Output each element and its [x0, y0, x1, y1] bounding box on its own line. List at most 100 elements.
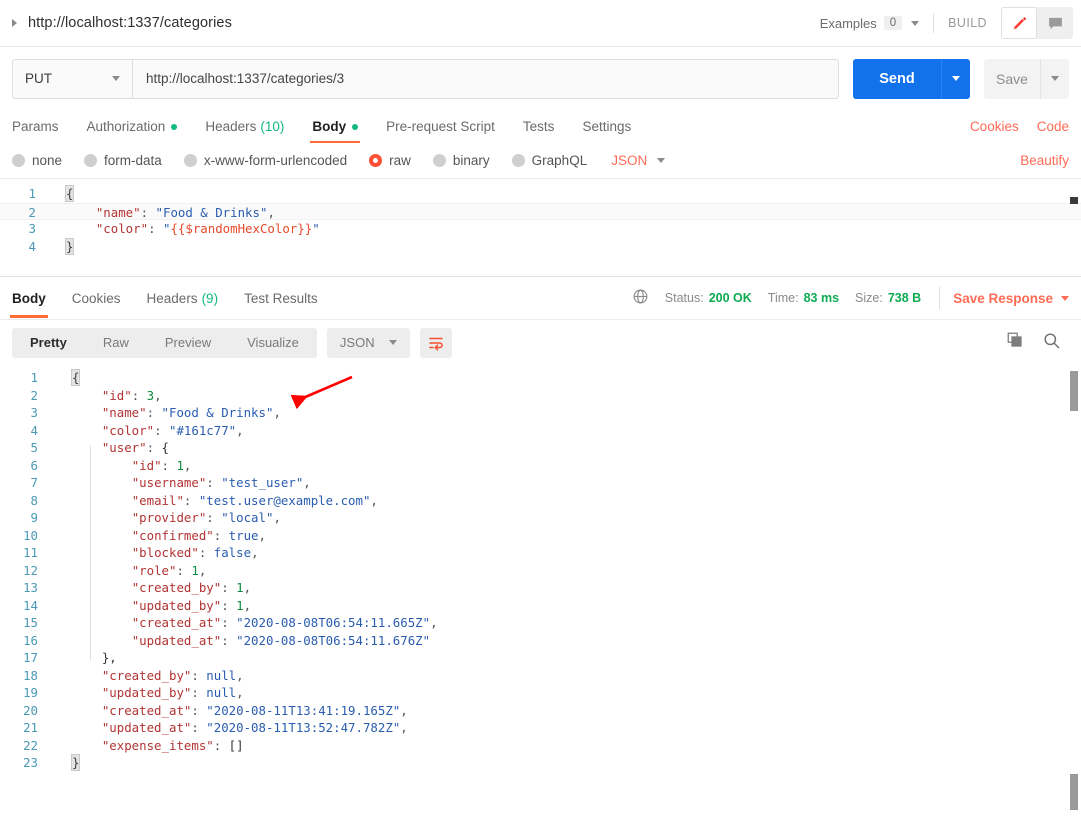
pencil-icon[interactable]	[1001, 7, 1037, 39]
body-type-none[interactable]: none	[12, 153, 62, 168]
code-token: "created_at"	[131, 615, 222, 630]
code-text: "id": 1,	[52, 457, 192, 475]
body-type-form-data[interactable]: form-data	[84, 153, 162, 168]
request-body-editor[interactable]: 1{2 "name": "Food & Drinks", 3 "color": "…	[0, 179, 1081, 277]
line-number: 18	[23, 667, 38, 683]
tab-pre-request-script[interactable]: Pre-request Script	[386, 119, 495, 143]
beautify-link[interactable]: Beautify	[1020, 153, 1069, 168]
save-button[interactable]: Save	[984, 58, 1040, 99]
code-token: ,	[273, 405, 281, 420]
http-method-select[interactable]: PUT	[12, 58, 132, 99]
save-response-button[interactable]: Save Response	[953, 291, 1053, 306]
tab-status-dot	[352, 123, 359, 130]
body-type-binary[interactable]: binary	[432, 153, 490, 168]
code-line: 6 "id": 1,	[0, 457, 1081, 475]
line-number: 12	[23, 562, 38, 578]
save-options-button[interactable]	[1040, 58, 1069, 99]
body-type-graphql[interactable]: GraphQL	[511, 153, 588, 168]
scrollbar-thumb-bottom[interactable]	[1070, 774, 1078, 810]
body-type-label: GraphQL	[531, 153, 588, 168]
code-token: "2020-08-11T13:41:19.165Z"	[206, 702, 401, 718]
cookies-link[interactable]: Cookies	[970, 119, 1019, 134]
line-number: 15	[23, 615, 38, 630]
code-token: :	[221, 580, 237, 595]
send-button[interactable]: Send	[853, 58, 941, 99]
view-mode-preview[interactable]: Preview	[147, 328, 229, 358]
tab-label: Body	[312, 119, 347, 134]
code-token: "test.user@example.com"	[198, 492, 371, 508]
response-tab-test-results[interactable]: Test Results	[244, 279, 318, 318]
indent-guide	[90, 445, 91, 660]
line-number: 20	[23, 702, 38, 718]
comment-icon[interactable]	[1037, 7, 1073, 39]
code-link[interactable]: Code	[1037, 119, 1069, 134]
code-token: :	[221, 632, 237, 648]
topbar-actions: Examples 0 BUILD	[820, 7, 1073, 39]
wrap-lines-icon[interactable]	[419, 327, 452, 358]
view-mode-visualize[interactable]: Visualize	[229, 328, 317, 358]
response-tab-cookies[interactable]: Cookies	[72, 279, 121, 318]
response-body-viewer[interactable]: 1{2 "id": 3, 3 "name": "Food & Drinks", 4 …	[0, 365, 1081, 828]
chevron-down-icon[interactable]	[657, 158, 666, 163]
tab-body[interactable]: Body	[310, 119, 360, 143]
tab-tests[interactable]: Tests	[523, 119, 555, 143]
code-text: "updated_at": "2020-08-11T13:52:47.782Z"…	[52, 719, 408, 737]
body-type-label: x-www-form-urlencoded	[203, 153, 348, 168]
line-number: 17	[23, 650, 38, 665]
tab-params[interactable]: Params	[12, 119, 59, 143]
body-format-select[interactable]: JSON	[611, 153, 647, 168]
line-number: 3	[30, 405, 38, 420]
response-view-mode-group: Pretty Raw Preview Visualize	[12, 327, 317, 358]
tab-authorization[interactable]: Authorization	[87, 119, 178, 143]
code-token: "2020-08-11T13:52:47.782Z"	[206, 720, 401, 735]
body-type-raw[interactable]: raw	[369, 153, 411, 168]
code-text: "color": "#161c77",	[52, 422, 244, 440]
tab-settings[interactable]: Settings	[582, 119, 631, 143]
code-token: "	[312, 221, 320, 236]
line-number: 16	[23, 632, 38, 648]
response-tab-headers[interactable]: Headers (9)	[147, 279, 219, 318]
url-bar: PUT http://localhost:1337/categories/3 S…	[0, 47, 1081, 110]
scrollbar-thumb[interactable]	[1070, 197, 1078, 204]
scrollbar-thumb-top[interactable]	[1070, 371, 1078, 411]
tab-headers[interactable]: Headers (10)	[205, 119, 284, 143]
expand-triangle-icon[interactable]	[12, 19, 17, 27]
response-tab-label: Headers	[146, 290, 198, 306]
chevron-down-icon	[112, 76, 120, 81]
chevron-down-icon[interactable]	[911, 20, 920, 26]
code-token: :	[198, 545, 214, 560]
size-label: Size:	[855, 291, 883, 305]
response-scrollbar[interactable]	[1070, 367, 1078, 826]
copy-icon[interactable]	[1006, 331, 1024, 354]
code-line: 10 "confirmed": true,	[0, 527, 1081, 545]
response-format-select[interactable]: JSON	[326, 327, 410, 358]
view-mode-raw[interactable]: Raw	[85, 328, 147, 358]
code-token: :	[140, 204, 156, 220]
code-token: {	[161, 440, 169, 455]
code-token: "role"	[131, 562, 177, 578]
response-tab-body[interactable]: Body	[10, 279, 48, 318]
code-token: null	[206, 667, 237, 683]
code-token: ,	[258, 527, 266, 543]
code-token: "test_user"	[221, 475, 304, 490]
code-token: true	[228, 527, 259, 543]
code-token: null	[206, 685, 237, 700]
radio-icon	[432, 154, 446, 167]
search-icon[interactable]	[1042, 331, 1061, 355]
body-type-label: form-data	[104, 153, 162, 168]
response-toolbar: Pretty Raw Preview Visualize JSON	[0, 320, 1081, 365]
code-token: "#161c77"	[168, 422, 237, 438]
chevron-down-icon[interactable]	[1061, 295, 1069, 301]
view-mode-pretty[interactable]: Pretty	[12, 328, 85, 358]
send-options-button[interactable]	[941, 58, 970, 99]
code-text: "email": "test.user@example.com",	[52, 492, 378, 510]
tab-status-dot	[171, 123, 178, 130]
url-input[interactable]: http://localhost:1337/categories/3	[132, 58, 839, 99]
request-editor-scrollbar[interactable]	[1070, 183, 1078, 272]
chevron-down-icon	[1051, 76, 1059, 81]
body-type-x-www-form-urlencoded[interactable]: x-www-form-urlencoded	[183, 153, 348, 168]
